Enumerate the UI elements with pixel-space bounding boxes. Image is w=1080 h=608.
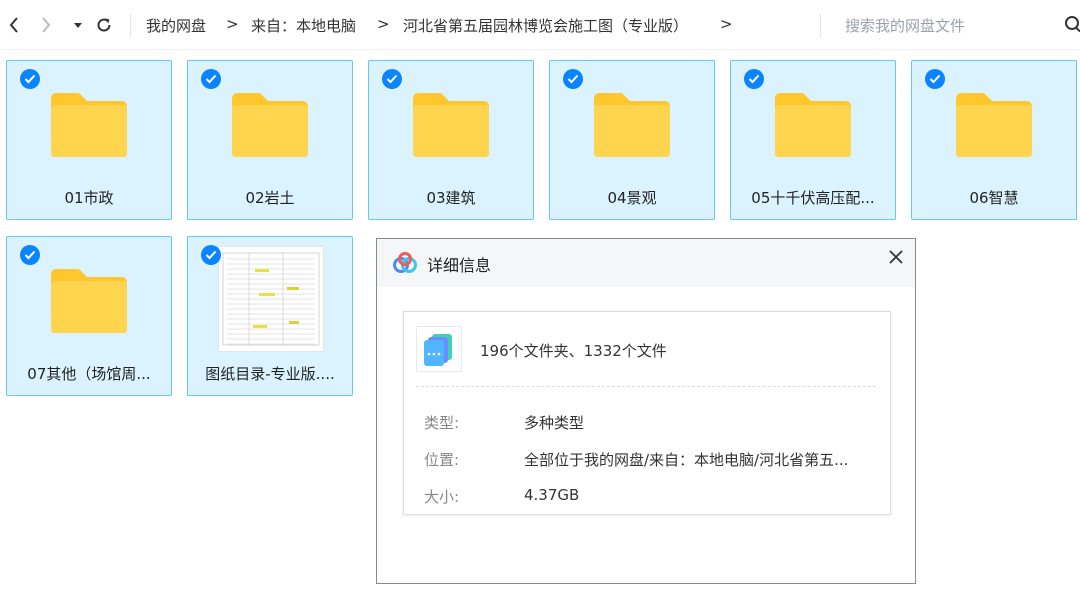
- breadcrumb-separator: >: [226, 15, 239, 33]
- item-label: 01市政: [64, 189, 114, 207]
- document-thumbnail: [218, 246, 324, 352]
- selected-check-icon[interactable]: [20, 245, 40, 265]
- folder-tile[interactable]: 07其他（场馆周...: [6, 236, 172, 396]
- selected-check-icon[interactable]: [563, 69, 583, 89]
- folder-tile[interactable]: 02岩土: [187, 60, 353, 220]
- selection-summary: 196个文件夹、1332个文件: [480, 342, 667, 360]
- search-icon[interactable]: [1064, 15, 1080, 37]
- item-label: 03建筑: [426, 189, 476, 207]
- folder-tile[interactable]: 05十千伏高压配...: [730, 60, 896, 220]
- multiple-files-icon: [416, 326, 462, 372]
- toolbar: 我的网盘 > 来自：本地电脑 > 河北省第五届园林博览会施工图（专业版） > 搜…: [0, 0, 1080, 50]
- folder-tile[interactable]: 03建筑: [368, 60, 534, 220]
- folder-tile[interactable]: 04景观: [549, 60, 715, 220]
- item-label: 06智慧: [969, 189, 1019, 207]
- close-icon[interactable]: [885, 246, 907, 268]
- refresh-icon[interactable]: [92, 13, 116, 37]
- breadcrumb-separator: >: [720, 15, 733, 33]
- selected-check-icon[interactable]: [201, 69, 221, 89]
- folder-icon: [49, 267, 129, 339]
- breadcrumb-local[interactable]: 来自：本地电脑: [251, 15, 356, 36]
- folder-icon: [49, 91, 129, 163]
- folder-icon: [592, 91, 672, 163]
- breadcrumb-root[interactable]: 我的网盘: [146, 15, 206, 36]
- type-value: 多种类型: [524, 414, 585, 432]
- selected-check-icon[interactable]: [382, 69, 402, 89]
- dialog-header: 详细信息: [377, 239, 915, 287]
- location-label: 位置:: [424, 451, 460, 469]
- selected-check-icon[interactable]: [20, 69, 40, 89]
- baidu-netdisk-logo-icon: [392, 252, 418, 278]
- folder-icon: [230, 91, 310, 163]
- item-label: 02岩土: [245, 189, 295, 207]
- search-input[interactable]: 搜索我的网盘文件: [845, 15, 965, 36]
- size-value: 4.37GB: [524, 486, 580, 504]
- folder-icon: [773, 91, 853, 163]
- breadcrumb-separator: >: [377, 15, 390, 33]
- location-value[interactable]: 全部位于我的网盘/来自：本地电脑/河北省第五...: [524, 449, 848, 470]
- type-label: 类型:: [424, 414, 460, 432]
- item-label: 04景观: [607, 189, 657, 207]
- history-dropdown-icon[interactable]: [66, 13, 90, 37]
- item-label: 图纸目录-专业版....: [205, 365, 335, 383]
- divider: [416, 386, 876, 387]
- size-label: 大小:: [424, 488, 460, 506]
- back-icon[interactable]: [2, 13, 26, 37]
- selected-check-icon[interactable]: [201, 245, 221, 265]
- forward-icon[interactable]: [34, 13, 58, 37]
- folder-tile[interactable]: 01市政: [6, 60, 172, 220]
- folder-tile[interactable]: 06智慧: [911, 60, 1077, 220]
- item-label: 05十千伏高压配...: [751, 189, 875, 207]
- details-dialog: 详细信息 196个文件夹、1332个文件 类型: 多种类型 位置: 全部位于我的…: [376, 238, 916, 584]
- toolbar-divider: [130, 14, 131, 38]
- breadcrumb-current[interactable]: 河北省第五届园林博览会施工图（专业版）: [403, 15, 688, 36]
- search-divider: [820, 14, 821, 38]
- selected-check-icon[interactable]: [744, 69, 764, 89]
- dialog-title: 详细信息: [427, 256, 492, 275]
- folder-icon: [954, 91, 1034, 163]
- item-label: 07其他（场馆周...: [27, 365, 151, 383]
- folder-icon: [411, 91, 491, 163]
- file-tile[interactable]: 图纸目录-专业版....: [187, 236, 353, 396]
- details-card: 196个文件夹、1332个文件 类型: 多种类型 位置: 全部位于我的网盘/来自…: [403, 311, 891, 515]
- selected-check-icon[interactable]: [925, 69, 945, 89]
